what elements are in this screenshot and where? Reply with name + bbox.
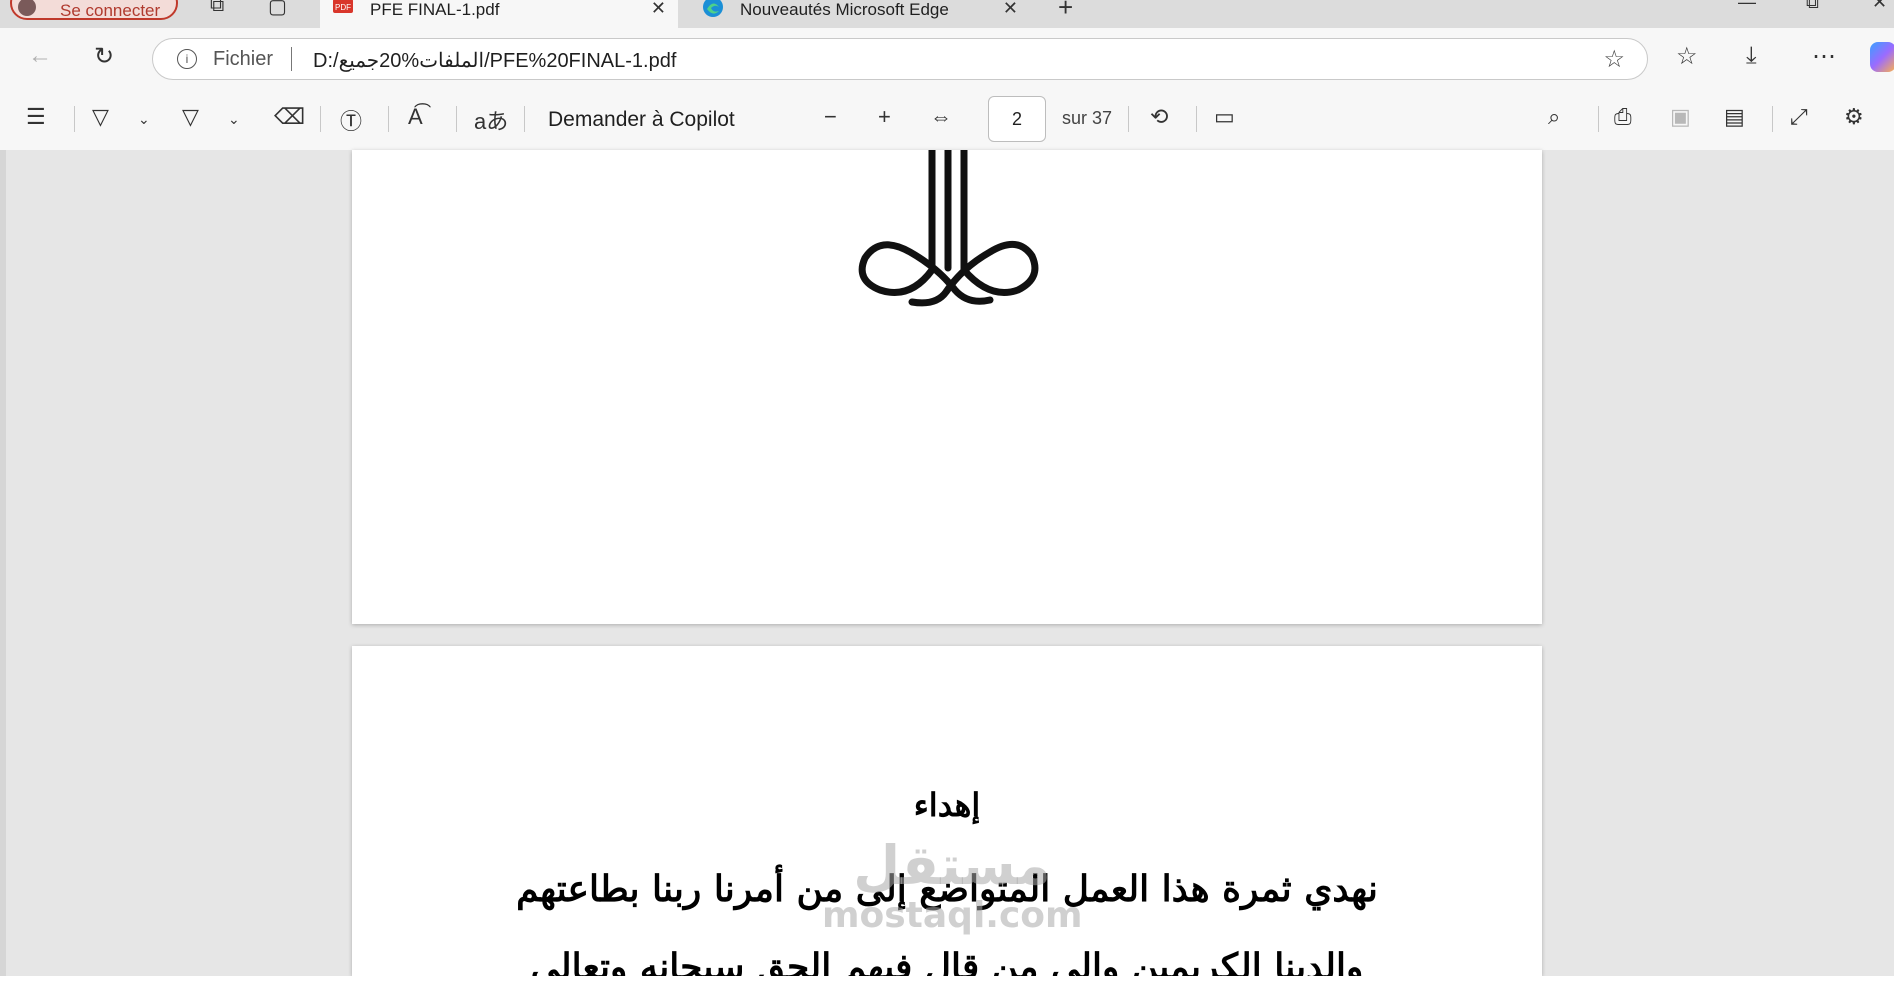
url-text[interactable]: D:/الملفات%20جميع/PFE%20FINAL-1.pdf [313,48,676,73]
tab-title: PFE FINAL-1.pdf [370,0,500,19]
watermark: مستقل mostaql.com [822,834,1083,956]
viewer-left-border [0,150,6,983]
divider [524,106,525,132]
draw-icon[interactable]: ▽ [182,104,199,130]
divider [388,106,389,132]
chevron-down-icon[interactable]: ⌄ [138,111,150,128]
tab-actions-icon[interactable]: ▢ [268,0,287,19]
page-number-input[interactable]: 2 [988,96,1046,142]
divider [1196,106,1197,132]
profile-label: Se connecter [60,1,161,20]
save-icon[interactable]: ▣ [1670,104,1691,130]
search-icon[interactable]: ⌕ [1548,104,1560,130]
divider [291,47,292,71]
tab-pdf[interactable]: PDF PFE FINAL-1.pdf ✕ [320,0,678,28]
eraser-icon[interactable]: ⌫ [274,104,305,130]
read-aloud-icon[interactable]: A͡ [408,104,423,130]
avatar [18,0,36,16]
more-options-icon[interactable]: ⋯ [1812,42,1836,71]
translate-icon[interactable]: aあ [474,104,508,136]
svg-text:PDF: PDF [335,3,351,12]
add-text-icon[interactable]: Ⓣ [340,104,362,136]
download-icon[interactable]: ⤓ [1746,42,1757,70]
close-icon[interactable]: ✕ [1003,0,1018,19]
dedication-title: إهداء [913,786,981,824]
favorites-icon[interactable]: ☆ [1676,42,1698,71]
chevron-down-icon[interactable]: ⌄ [228,111,240,128]
save-as-icon[interactable]: ▤ [1724,104,1745,130]
profile-button[interactable]: Se connecter [10,0,178,20]
pdf-toolbar: ☰ ▽ ⌄ ▽ ⌄ ⌫ Ⓣ A͡ aあ Demander à Copilot −… [0,88,1894,151]
highlight-icon[interactable]: ▽ [92,104,109,130]
watermark-latin: mostaql.com [822,895,1083,936]
workspaces-icon[interactable]: ⧉ [210,0,224,17]
edge-icon [703,0,723,17]
ask-copilot-button[interactable]: Demander à Copilot [548,108,735,132]
divider [320,106,321,132]
page-view-icon[interactable]: ▭ [1214,104,1235,130]
zoom-out-icon[interactable]: − [824,104,837,130]
watermark-arabic: مستقل [853,834,1051,897]
divider [74,106,75,132]
copilot-icon[interactable] [1870,42,1894,72]
divider [456,106,457,132]
window-close-icon[interactable]: ✕ [1872,0,1887,13]
fit-width-icon[interactable]: ⇔ [930,104,952,130]
pdf-icon: PDF [333,0,353,13]
rotate-icon[interactable]: ⟲ [1150,104,1168,130]
table-of-contents-icon[interactable]: ☰ [26,104,46,130]
close-icon[interactable]: ✕ [651,0,666,19]
minimize-icon[interactable]: — [1738,0,1756,13]
back-icon[interactable]: ← [28,42,52,70]
divider [1598,106,1599,132]
window-bottom-edge [0,976,1894,983]
new-tab-icon[interactable]: + [1058,0,1073,23]
navigation-bar: ← ↻ i Fichier D:/الملفات%20جميع/PFE%20FI… [0,28,1894,88]
tab-edge-news[interactable]: Nouveautés Microsoft Edge ✕ [690,0,1030,28]
divider [1772,106,1773,132]
address-bar[interactable]: i Fichier D:/الملفات%20جميع/PFE%20FINAL-… [152,38,1648,80]
tab-strip: Se connecter ⧉ ▢ PDF PFE FINAL-1.pdf ✕ N… [0,0,1894,28]
pdf-page-2: إهداء نهدي ثمرة هذا العمل المتواضع إلى م… [352,646,1542,976]
calligraphy-emblem [858,150,1039,307]
tab-title: Nouveautés Microsoft Edge [740,0,949,19]
zoom-in-icon[interactable]: + [878,104,891,130]
info-icon[interactable]: i [177,49,197,69]
page-total: sur 37 [1062,108,1113,128]
favorite-star-icon[interactable]: ☆ [1603,45,1625,74]
settings-gear-icon[interactable]: ⚙ [1844,104,1864,130]
fullscreen-icon[interactable]: ⤢ [1790,104,1808,130]
scheme-label: Fichier [213,48,274,70]
print-icon[interactable]: ⎙ [1614,104,1632,130]
restore-icon[interactable]: ⧉ [1806,0,1819,13]
divider [1128,106,1129,132]
refresh-icon[interactable]: ↻ [94,42,114,71]
pdf-page-1 [352,150,1542,624]
